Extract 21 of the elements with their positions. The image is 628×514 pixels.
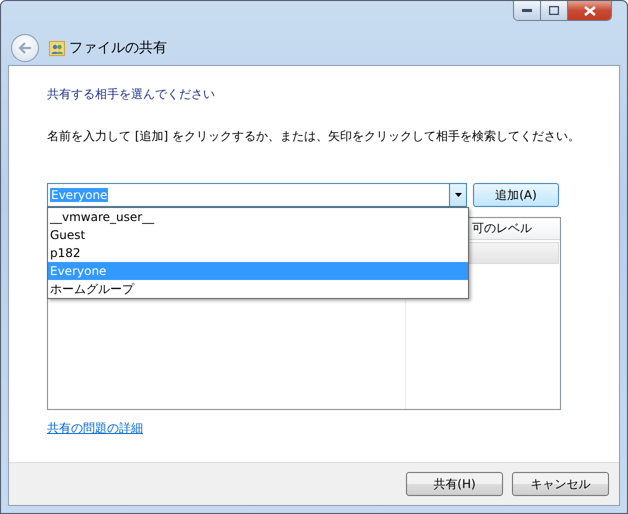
instruction-text: 名前を入力して [追加] をクリックするか、または、矢印をクリックして相手を検索してください。 [47, 128, 581, 145]
sharing-help-link[interactable]: 共有の問題の詳細 [47, 420, 143, 437]
back-arrow-icon [18, 42, 32, 54]
minimize-button[interactable] [514, 1, 540, 20]
share-button[interactable]: 共有(H) [406, 472, 503, 496]
dropdown-item[interactable]: p182 [48, 244, 468, 262]
minimize-icon [522, 8, 532, 12]
dropdown-item[interactable]: __vmware_user__ [48, 208, 468, 226]
dialog-heading: 共有する相手を選んでください [47, 86, 216, 103]
window-title: ファイルの共有 [69, 39, 167, 57]
dropdown-item[interactable]: Guest [48, 226, 468, 244]
dropdown-item[interactable]: ホームグループ [48, 280, 468, 298]
maximize-icon [549, 6, 559, 15]
close-icon [584, 6, 596, 16]
people-folder-icon [49, 40, 65, 56]
add-button[interactable]: 追加(A) [473, 183, 559, 207]
combobox-value: Everyone [50, 188, 108, 202]
close-button[interactable] [567, 1, 611, 20]
maximize-button[interactable] [540, 1, 567, 20]
back-button[interactable] [11, 34, 39, 62]
cancel-button[interactable]: キャンセル [512, 472, 609, 496]
